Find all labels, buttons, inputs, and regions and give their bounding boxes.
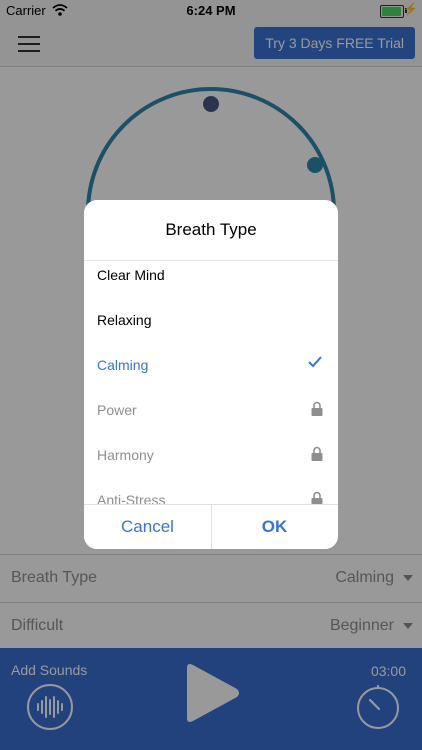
lock-icon — [311, 401, 323, 416]
option-label: Calming — [97, 357, 149, 373]
dialog-title: Breath Type — [165, 220, 257, 239]
breath-type-dialog: Breath Type Clear Mind Relaxing Calming … — [84, 200, 338, 549]
option-label: Harmony — [97, 447, 154, 463]
option-clear-mind[interactable]: Clear Mind — [84, 253, 338, 297]
option-power[interactable]: Power — [84, 388, 338, 432]
cancel-button[interactable]: Cancel — [84, 505, 211, 549]
ok-button[interactable]: OK — [211, 505, 338, 549]
checkmark-icon — [308, 356, 322, 368]
lock-icon — [311, 446, 323, 461]
option-label: Relaxing — [97, 312, 152, 328]
option-relaxing[interactable]: Relaxing — [84, 298, 338, 342]
option-calming[interactable]: Calming — [84, 343, 338, 387]
option-harmony[interactable]: Harmony — [84, 433, 338, 477]
option-label: Clear Mind — [97, 267, 165, 283]
option-label: Power — [97, 402, 137, 418]
